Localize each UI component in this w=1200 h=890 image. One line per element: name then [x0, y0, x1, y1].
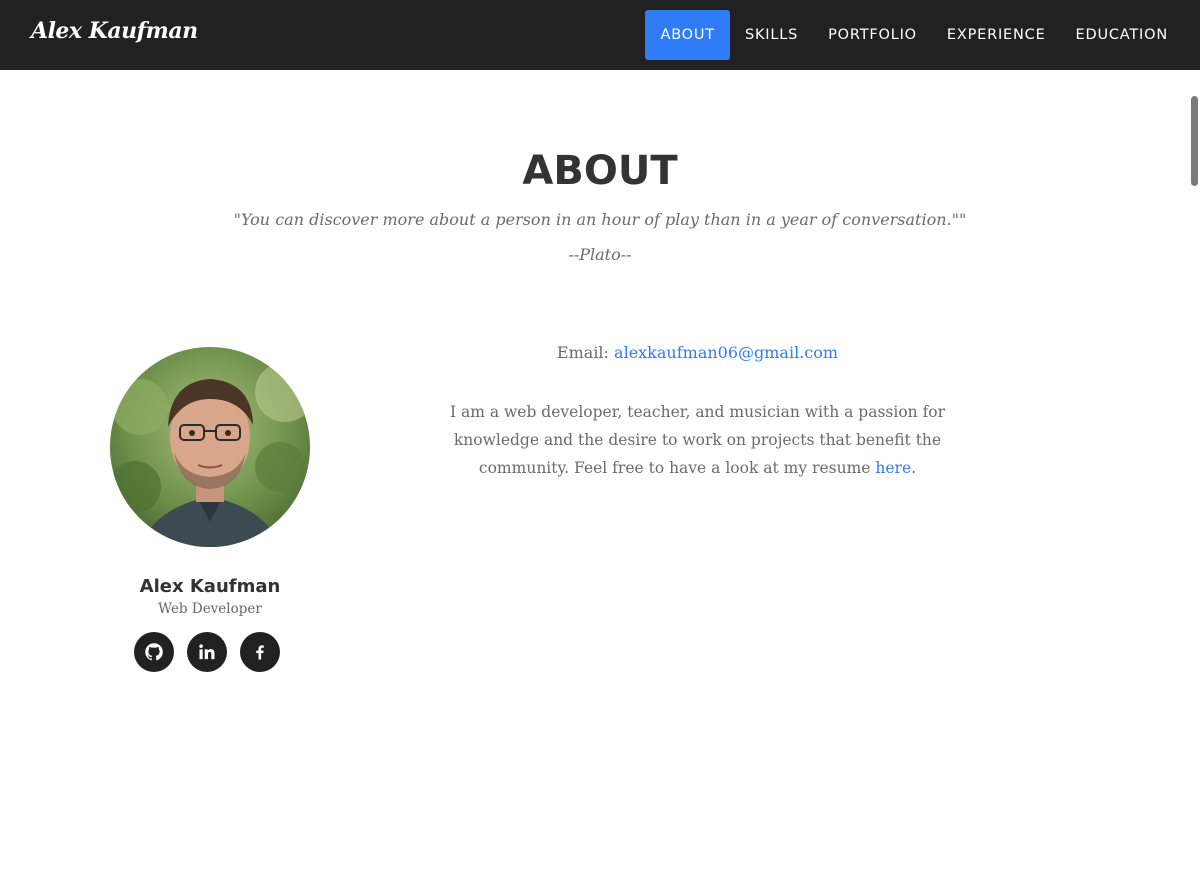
github-icon — [145, 643, 163, 661]
email-line: Email: alexkaufman06@gmail.com — [400, 343, 995, 362]
quote-author: --Plato-- — [568, 245, 632, 264]
github-link[interactable] — [134, 632, 174, 672]
nav-item-experience[interactable]: EXPERIENCE — [932, 10, 1061, 60]
email-link[interactable]: alexkaufman06@gmail.com — [614, 343, 838, 362]
section-title: ABOUT — [522, 148, 678, 194]
main-nav: ABOUT SKILLS PORTFOLIO EXPERIENCE EDUCAT… — [645, 10, 1183, 60]
linkedin-icon — [199, 644, 215, 660]
profile-name: Alex Kaufman — [139, 576, 281, 597]
bio-paragraph: I am a web developer, teacher, and music… — [440, 398, 955, 482]
nav-item-education[interactable]: EDUCATION — [1061, 10, 1183, 60]
profile-role: Web Developer — [158, 601, 262, 617]
nav-item-portfolio[interactable]: PORTFOLIO — [813, 10, 932, 60]
bio-text: I am a web developer, teacher, and music… — [449, 403, 946, 477]
facebook-link[interactable] — [240, 632, 280, 672]
email-label: Email: — [556, 343, 609, 362]
brand-logo[interactable]: Alex Kaufman — [31, 18, 198, 44]
linkedin-link[interactable] — [187, 632, 227, 672]
bio-suffix: . — [911, 459, 917, 477]
social-links — [134, 632, 280, 672]
facebook-icon — [256, 645, 264, 660]
nav-item-about[interactable]: ABOUT — [645, 10, 730, 60]
quote-text: "You can discover more about a person in… — [233, 210, 967, 229]
avatar — [110, 347, 310, 547]
nav-item-skills[interactable]: SKILLS — [730, 10, 813, 60]
top-navbar: Alex Kaufman ABOUT SKILLS PORTFOLIO EXPE… — [0, 0, 1200, 70]
profile-photo — [110, 347, 310, 547]
resume-link[interactable]: here — [875, 459, 911, 477]
